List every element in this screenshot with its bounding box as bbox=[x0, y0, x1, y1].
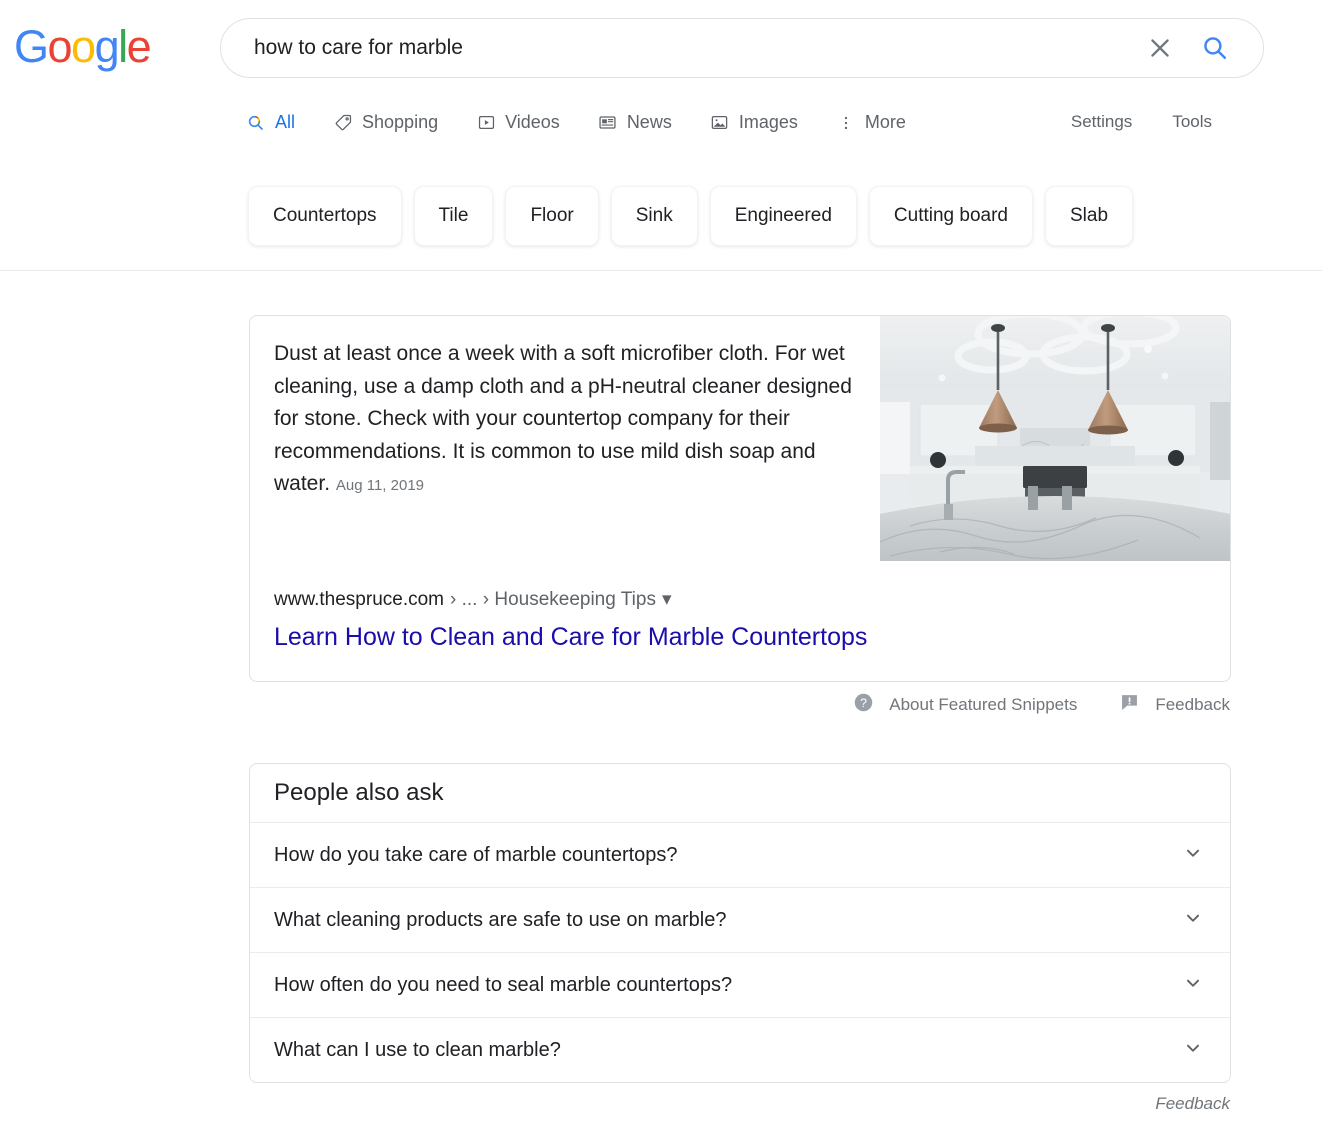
page-feedback-link[interactable]: Feedback bbox=[1155, 1094, 1230, 1114]
logo-letter-g: g bbox=[94, 21, 120, 72]
tab-label-news: News bbox=[626, 112, 672, 132]
logo-letter-l: l bbox=[118, 21, 128, 72]
tab-news[interactable]: News bbox=[598, 112, 672, 135]
chip-sink[interactable]: Sink bbox=[610, 186, 698, 246]
close-icon[interactable] bbox=[1147, 35, 1173, 61]
snippet-feedback-label: Feedback bbox=[1155, 695, 1230, 714]
paa-question-text: How often do you need to seal marble cou… bbox=[274, 973, 733, 996]
google-logo[interactable]: Google bbox=[14, 21, 152, 72]
page-header: Google bbox=[0, 0, 1322, 100]
chip-cutting-board[interactable]: Cutting board bbox=[868, 186, 1033, 246]
image-icon bbox=[710, 113, 730, 133]
paa-question-text: What cleaning products are safe to use o… bbox=[274, 908, 727, 931]
logo-letter-o2: o bbox=[71, 21, 96, 72]
google-search-icon bbox=[246, 113, 266, 133]
tab-all[interactable]: All bbox=[246, 112, 295, 135]
tools-link[interactable]: Tools bbox=[1172, 112, 1212, 132]
tab-label-shopping: Shopping bbox=[362, 112, 439, 132]
result-title-link[interactable]: Learn How to Clean and Care for Marble C… bbox=[274, 621, 867, 653]
chevron-down-icon[interactable] bbox=[1182, 907, 1204, 934]
paa-question-text: What can I use to clean marble? bbox=[274, 1038, 561, 1061]
result-domain: www.thespruce.com bbox=[274, 588, 445, 610]
tag-icon bbox=[333, 113, 353, 133]
featured-snippet-text: Dust at least once a week with a soft mi… bbox=[274, 342, 852, 495]
tab-list: All Shopping Videos News Images More bbox=[246, 112, 906, 135]
paa-question-row-4[interactable]: What can I use to clean marble? bbox=[250, 1017, 1230, 1082]
featured-snippet-body: Dust at least once a week with a soft mi… bbox=[250, 316, 1230, 503]
paa-question-row-1[interactable]: How do you take care of marble counterto… bbox=[250, 822, 1230, 887]
chip-floor[interactable]: Floor bbox=[505, 186, 599, 246]
chip-tile[interactable]: Tile bbox=[413, 186, 494, 246]
search-input[interactable] bbox=[221, 19, 1147, 77]
tab-label-videos: Videos bbox=[505, 112, 560, 132]
svg-text:?: ? bbox=[860, 696, 867, 710]
tab-label-more: More bbox=[864, 112, 906, 132]
header-divider bbox=[0, 270, 1322, 271]
paa-question-text: How do you take care of marble counterto… bbox=[274, 843, 678, 866]
snippet-feedback-link[interactable]: Feedback bbox=[1119, 692, 1230, 718]
tab-videos[interactable]: Videos bbox=[476, 112, 560, 135]
chevron-down-icon[interactable] bbox=[1182, 972, 1204, 999]
related-filter-chips: Countertops Tile Floor Sink Engineered C… bbox=[248, 186, 1134, 246]
tab-label-images: Images bbox=[738, 112, 798, 132]
chevron-down-icon[interactable] bbox=[1182, 842, 1204, 869]
more-vertical-icon bbox=[836, 113, 856, 133]
nav-right-links: Settings Tools bbox=[1071, 112, 1212, 132]
news-article-icon bbox=[598, 113, 618, 133]
video-play-icon bbox=[476, 113, 496, 133]
tab-label-all: All bbox=[275, 112, 296, 132]
tab-more[interactable]: More bbox=[836, 112, 906, 135]
result-breadcrumb[interactable]: www.thespruce.com › ... › Housekeeping T… bbox=[274, 588, 672, 611]
search-nav-tabs: All Shopping Videos News Images More Set… bbox=[0, 112, 1322, 162]
chip-slab[interactable]: Slab bbox=[1044, 186, 1134, 246]
chip-countertops[interactable]: Countertops bbox=[248, 186, 402, 246]
feedback-flag-icon bbox=[1119, 692, 1140, 718]
featured-snippet-date: Aug 11, 2019 bbox=[335, 477, 425, 494]
search-bar[interactable] bbox=[220, 18, 1264, 78]
chip-engineered[interactable]: Engineered bbox=[709, 186, 857, 246]
featured-snippet-card: Dust at least once a week with a soft mi… bbox=[249, 315, 1231, 682]
result-breadcrumb-path: › ... › Housekeeping Tips bbox=[450, 588, 656, 610]
search-icon[interactable] bbox=[1201, 34, 1229, 62]
tab-shopping[interactable]: Shopping bbox=[333, 112, 438, 135]
people-also-ask-heading: People also ask bbox=[274, 779, 444, 806]
featured-snippet-text-block: Dust at least once a week with a soft mi… bbox=[274, 338, 864, 503]
chevron-down-icon[interactable] bbox=[1182, 1037, 1204, 1064]
logo-letter-o1: o bbox=[47, 21, 73, 72]
people-also-ask-card: People also ask How do you take care of … bbox=[249, 763, 1231, 1083]
about-featured-snippets-label: About Featured Snippets bbox=[889, 695, 1078, 714]
paa-question-row-3[interactable]: How often do you need to seal marble cou… bbox=[250, 952, 1230, 1017]
settings-link[interactable]: Settings bbox=[1071, 112, 1132, 132]
breadcrumb-caret-icon[interactable]: ▾ bbox=[662, 588, 672, 611]
featured-snippet-footer: ? About Featured Snippets Feedback bbox=[853, 692, 1230, 718]
about-featured-snippets-link[interactable]: ? About Featured Snippets bbox=[853, 692, 1077, 718]
google-search-results-page: Google how to care for marble All Shoppi… bbox=[0, 0, 1322, 1136]
search-bar-icons bbox=[1147, 34, 1263, 62]
paa-question-row-2[interactable]: What cleaning products are safe to use o… bbox=[250, 887, 1230, 952]
logo-letter-e: e bbox=[126, 21, 152, 72]
tab-images[interactable]: Images bbox=[710, 112, 798, 135]
logo-letter-G: G bbox=[14, 21, 49, 72]
help-circle-icon: ? bbox=[853, 692, 874, 718]
